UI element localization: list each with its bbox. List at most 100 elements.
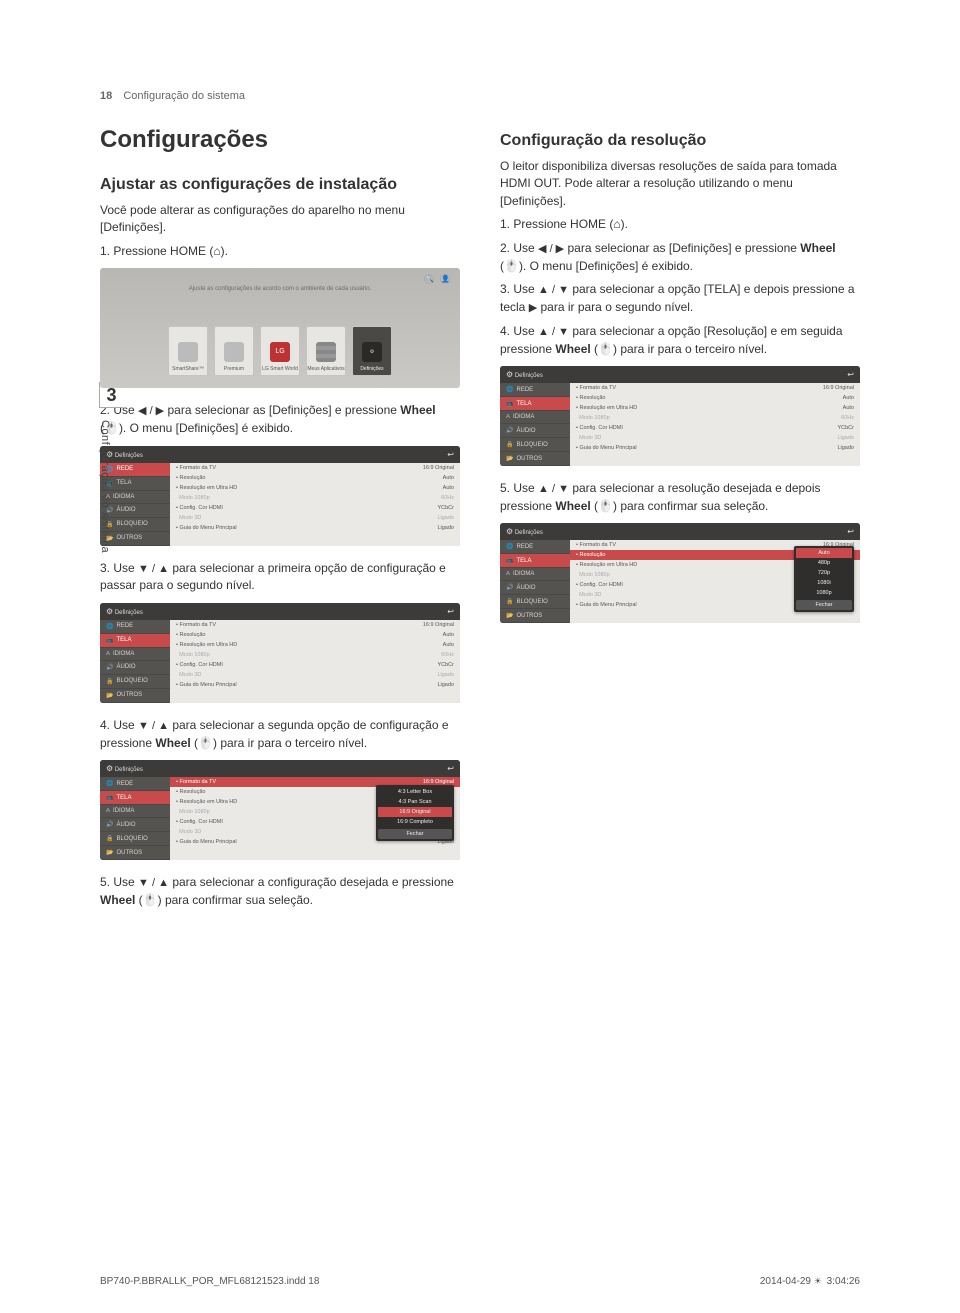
- settings-sidebar: 🌐REDE 📺TELA AIDIOMA 🔊ÁUDIO 🔒BLOQUEIO 📂OU…: [500, 540, 570, 623]
- step-number: 1.: [500, 217, 510, 231]
- screen-icon: 📺: [106, 637, 113, 644]
- step-number: 3.: [100, 561, 110, 575]
- settings-titlebar: ⚙ Definições ↩: [100, 446, 460, 463]
- settings-row: Guia do Menu PrincipalLigado: [570, 443, 860, 453]
- wheel-label: Wheel: [400, 403, 435, 417]
- home-tile: LGLG Smart World: [260, 326, 300, 376]
- row-key: Modo 1080p: [576, 572, 610, 578]
- row-key: Resolução em Ultra HD: [576, 562, 637, 568]
- tile-label: Meus Aplicativos: [307, 366, 344, 372]
- row-key: Guia do Menu Principal: [576, 445, 637, 451]
- row-value: Ligado: [437, 515, 454, 521]
- step-5: 5. Use ▲ / ▼ para selecionar a resolução…: [500, 480, 860, 515]
- screen-icon: 📺: [106, 480, 113, 487]
- settings-title: Definições: [115, 610, 143, 616]
- sidebar-item: 🌐REDE: [100, 777, 170, 791]
- row-key: Resolução: [576, 552, 605, 558]
- step-text: Use: [113, 875, 138, 889]
- settings-main-panel: Formato da TV16:9 Original ResoluçãoAuto…: [170, 463, 460, 546]
- step-number: 3.: [500, 282, 510, 296]
- row-value: 16:9 Original: [823, 385, 854, 391]
- sidebar-item-label: BLOQUEIO: [516, 599, 547, 605]
- settings-row: Resolução em Ultra HDAuto: [570, 403, 860, 413]
- aspect-ratio-popup: 4:3 Letter Box 4:3 Pan Scan 16:9 Origina…: [376, 785, 454, 841]
- settings-title: Definições: [515, 373, 543, 379]
- sidebar-item-label: IDIOMA: [513, 571, 534, 577]
- step-text: (🖱️) para confirmar sua seleção.: [591, 499, 769, 513]
- step-number: 5.: [500, 481, 510, 495]
- sidebar-item: 📺TELA: [500, 397, 570, 411]
- sidebar-item: AIDIOMA: [500, 411, 570, 424]
- row-value: Auto: [443, 642, 454, 648]
- sidebar-item-label: REDE: [116, 781, 133, 787]
- step-text: para ir para o segundo nível.: [537, 300, 693, 314]
- row-value: YCbCr: [437, 505, 454, 511]
- row-value: Auto: [443, 485, 454, 491]
- settings-row-disabled: Modo 3DLigado: [170, 670, 460, 680]
- settings-row: ResoluçãoAuto: [170, 473, 460, 483]
- row-key: Resolução: [576, 395, 605, 401]
- settings-titlebar: ⚙ Definições ↩: [500, 366, 860, 383]
- step-text: Use: [513, 324, 538, 338]
- row-key: Formato da TV: [176, 779, 216, 785]
- lock-icon: 🔒: [106, 835, 113, 842]
- popup-option-selected: 16:9 Original: [378, 807, 452, 817]
- popup-option: 720p: [796, 568, 852, 578]
- sidebar-item-label: IDIOMA: [513, 414, 534, 420]
- resolution-popup: Auto 480p 720p 1080i 1080p Fechar: [794, 546, 854, 612]
- row-key: Guia do Menu Principal: [176, 525, 237, 531]
- sidebar-item: 🔒BLOQUEIO: [100, 675, 170, 689]
- step-text: para selecionar as [Definições] e pressi…: [164, 403, 400, 417]
- screenshot-settings-tela-right: ⚙ Definições ↩ 🌐REDE 📺TELA AIDIOMA 🔊ÁUDI…: [500, 366, 860, 466]
- sub-heading-install: Ajustar as configurações de instalação: [100, 176, 460, 194]
- others-icon: 📂: [106, 849, 113, 856]
- back-icon: ↩: [447, 450, 454, 459]
- intro-text-right: O leitor disponibiliza diversas resoluçõ…: [500, 158, 860, 210]
- sidebar-item-label: TELA: [116, 795, 131, 801]
- step-2: 2. Use ◀ / ▶ para selecionar as [Definiç…: [100, 402, 460, 437]
- home-caption: Ajuste as configurações de acordo com o …: [100, 286, 460, 292]
- page-footer: BP740-P.BBRALLK_POR_MFL68121523.indd 18 …: [100, 1276, 860, 1287]
- settings-row-disabled: Modo 1080p60Hz: [170, 493, 460, 503]
- footer-time: 3:04:26: [824, 1276, 860, 1287]
- sidebar-item-label: BLOQUEIO: [116, 678, 147, 684]
- down-up-arrow-icon: ▼ / ▲: [138, 876, 169, 892]
- row-key: Formato da TV: [176, 622, 216, 628]
- footer-date: 2014-04-29: [760, 1276, 814, 1287]
- row-value: YCbCr: [837, 425, 854, 431]
- sidebar-item: 🌐REDE: [500, 540, 570, 554]
- wheel-label: Wheel: [555, 342, 590, 356]
- sidebar-item: 📺TELA: [500, 554, 570, 568]
- sidebar-item-label: ÁUDIO: [116, 507, 135, 513]
- step-number: 1.: [100, 244, 110, 258]
- row-key: Resolução em Ultra HD: [176, 799, 237, 805]
- sidebar-item-label: ÁUDIO: [116, 822, 135, 828]
- language-icon: A: [506, 414, 510, 420]
- sidebar-item: 📂OUTROS: [500, 609, 570, 623]
- tile-label: SmartShare™: [172, 366, 204, 372]
- sidebar-item-label: OUTROS: [516, 613, 542, 619]
- language-icon: A: [106, 808, 110, 814]
- step-3: 3. Use ▼ / ▲ para selecionar a primeira …: [100, 560, 460, 595]
- wheel-label: Wheel: [155, 736, 190, 750]
- row-value: Auto: [443, 475, 454, 481]
- sidebar-item-label: OUTROS: [116, 535, 142, 541]
- settings-row-disabled: Modo 3DLigado: [570, 433, 860, 443]
- sidebar-item-label: BLOQUEIO: [116, 521, 147, 527]
- left-step-list: 1. Pressione HOME (⌂).: [100, 243, 460, 260]
- sidebar-item-label: REDE: [116, 623, 133, 629]
- sidebar-item-label: BLOQUEIO: [516, 442, 547, 448]
- popup-option: 4:3 Letter Box: [378, 787, 452, 797]
- tile-icon: [316, 342, 336, 362]
- sidebar-item: 🔊ÁUDIO: [500, 424, 570, 438]
- main-heading: Configurações: [100, 126, 460, 154]
- row-value: Ligado: [837, 435, 854, 441]
- tile-label: LG Smart World: [262, 366, 298, 372]
- audio-icon: 🔊: [106, 507, 113, 514]
- sidebar-item: 🔒BLOQUEIO: [500, 595, 570, 609]
- sidebar-item-label: TELA: [516, 401, 531, 407]
- others-icon: 📂: [506, 612, 513, 619]
- network-icon: 🌐: [106, 466, 113, 473]
- gear-icon: ⚙: [362, 342, 382, 362]
- row-value: 60Hz: [441, 495, 454, 501]
